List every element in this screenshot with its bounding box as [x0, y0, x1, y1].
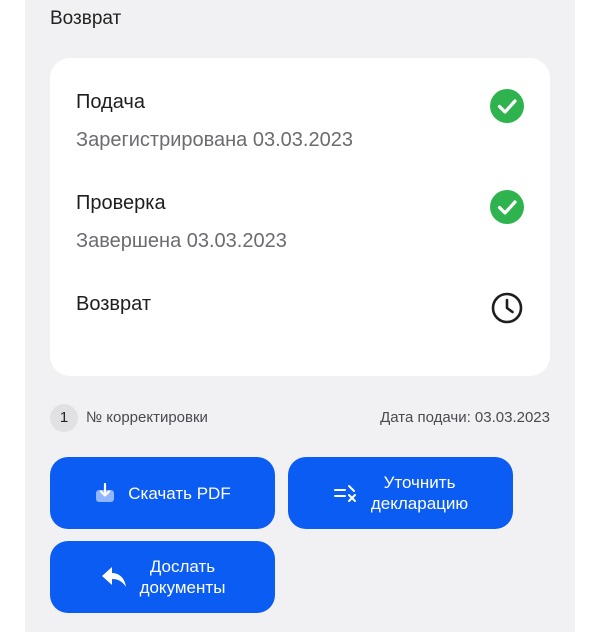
download-pdf-button[interactable]: Скачать PDF: [50, 457, 275, 529]
step-subtitle: Завершена 03.03.2023: [76, 230, 287, 252]
download-icon: [94, 482, 116, 504]
correction-number-badge: 1: [50, 404, 78, 432]
clarify-declaration-label: Уточнить декларацию: [371, 472, 468, 514]
clock-icon: [491, 292, 523, 324]
send-docs-label-line1: Дослать: [149, 557, 216, 576]
clarify-declaration-button[interactable]: Уточнить декларацию: [288, 457, 513, 529]
clarify-label-line2: декларацию: [370, 494, 469, 513]
step-refund: Возврат: [76, 291, 524, 324]
send-docs-label-line2: документы: [139, 578, 226, 597]
step-submission: Подача Зарегистрирована 03.03.2023: [76, 89, 524, 153]
step-title: Проверка: [76, 192, 166, 214]
edit-list-icon: [333, 483, 359, 503]
status-card: Подача Зарегистрирована 03.03.2023 Прове…: [50, 58, 550, 376]
submit-date: Дата подачи: 03.03.2023: [380, 409, 550, 426]
check-circle-icon: [490, 190, 524, 224]
send-documents-button[interactable]: Дослать документы: [50, 541, 275, 613]
send-documents-label: Дослать документы: [140, 556, 226, 598]
clarify-label-line1: Уточнить: [383, 473, 456, 492]
step-review: Проверка Завершена 03.03.2023: [76, 190, 524, 254]
check-circle-icon: [490, 89, 524, 123]
reply-arrow-icon: [100, 565, 128, 589]
step-subtitle: Зарегистрирована 03.03.2023: [76, 129, 353, 151]
correction-label: № корректировки: [86, 409, 208, 426]
download-pdf-label: Скачать PDF: [128, 483, 231, 503]
declaration-meta: 1 № корректировки Дата подачи: 03.03.202…: [50, 402, 550, 432]
section-title: Возврат: [50, 8, 122, 29]
step-title: Подача: [76, 91, 145, 113]
step-title: Возврат: [76, 293, 151, 315]
